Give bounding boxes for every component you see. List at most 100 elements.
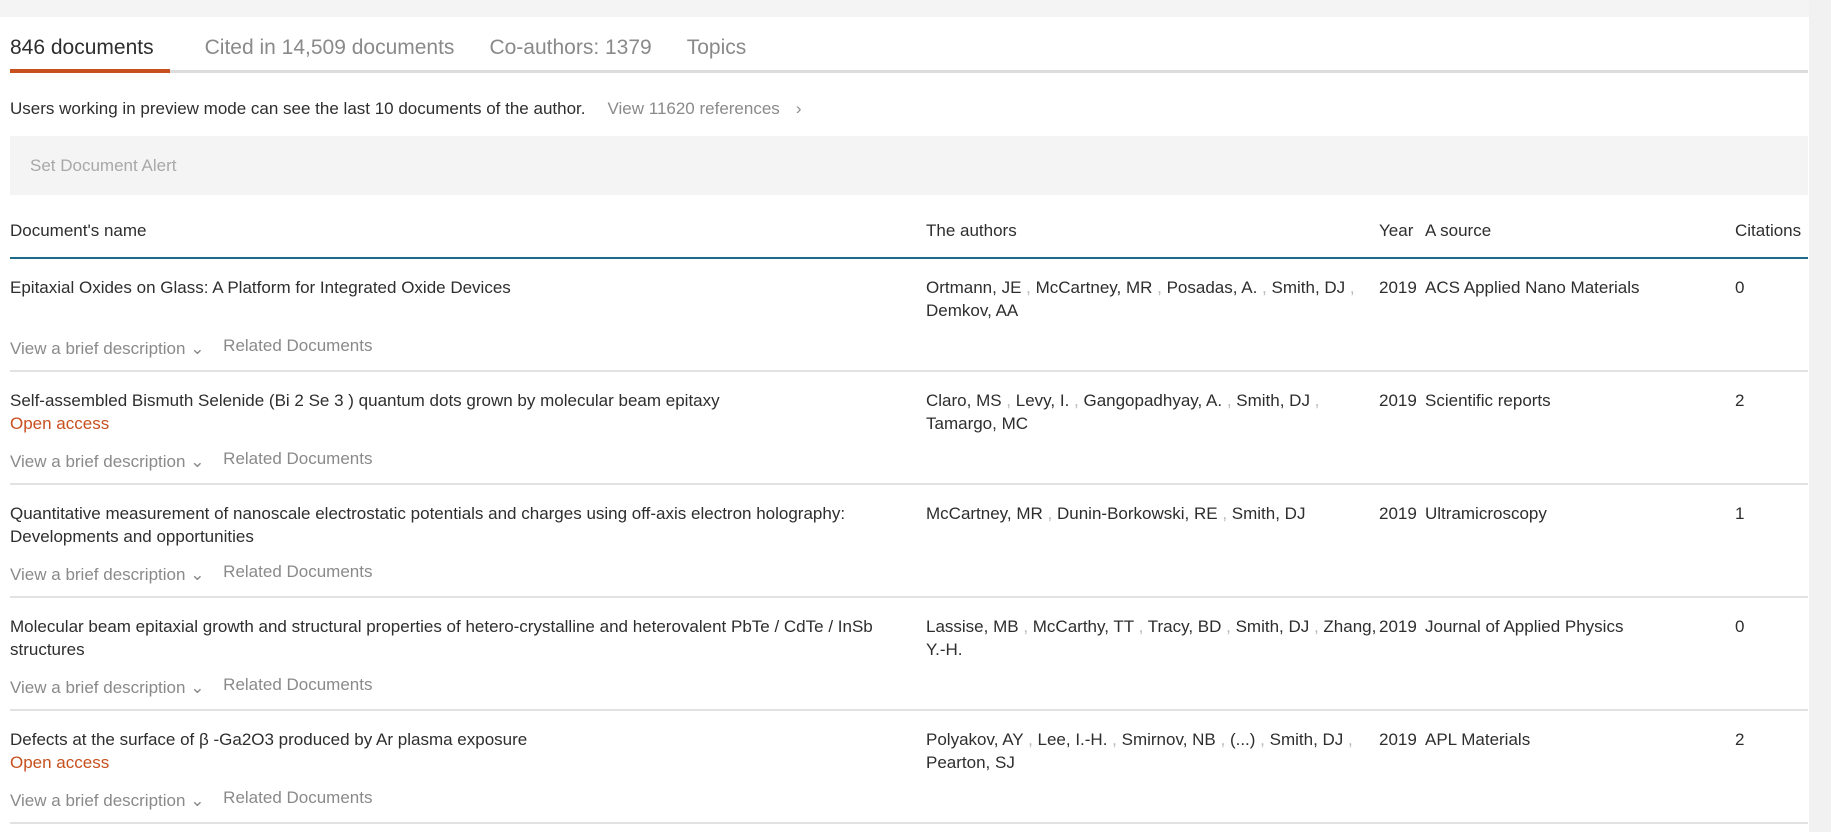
table-header: Document's name The authors Year A sourc… (10, 195, 1808, 259)
author-link[interactable]: Gangopadhyay, A. (1083, 391, 1222, 410)
author-separator: , (1217, 504, 1232, 523)
author-link[interactable]: McCartney, MR (1036, 278, 1153, 297)
author-link[interactable]: Levy, I. (1016, 391, 1070, 410)
author-link[interactable]: Smith, DJ (1270, 730, 1344, 749)
table-row: Molecular beam epitaxial growth and stru… (10, 598, 1808, 711)
author-link[interactable]: McCarthy, TT (1033, 617, 1134, 636)
author-link[interactable]: Demkov, AA (926, 301, 1018, 320)
top-bar (0, 0, 1366, 17)
row-actions: View a brief description ⌄ Related Docum… (10, 788, 372, 812)
author-separator: , (1021, 278, 1036, 297)
author-link[interactable]: (...) (1230, 730, 1256, 749)
document-title-link[interactable]: Quantitative measurement of nanoscale el… (10, 504, 845, 546)
chevron-down-icon[interactable]: ⌄ (190, 452, 204, 471)
source-link[interactable]: Ultramicroscopy (1425, 502, 1725, 525)
author-separator: , (1215, 730, 1230, 749)
column-header-citations[interactable]: Citations (1735, 221, 1801, 241)
chevron-right-icon[interactable]: › (796, 99, 802, 119)
open-access-link[interactable]: Open access (10, 412, 910, 435)
document-title-link[interactable]: Molecular beam epitaxial growth and stru… (10, 617, 873, 659)
documents-table-body: Epitaxial Oxides on Glass: A Platform fo… (10, 259, 1808, 824)
author-link[interactable]: Smith, DJ (1236, 617, 1310, 636)
document-cell: Epitaxial Oxides on Glass: A Platform fo… (10, 276, 910, 299)
document-title-link[interactable]: Defects at the surface of β -Ga2O3 produ… (10, 730, 527, 749)
tabs: 846 documents Cited in 14,509 documents … (10, 28, 1808, 73)
tab-cited-in[interactable]: Cited in 14,509 documents (205, 28, 455, 70)
author-separator: , (1309, 617, 1324, 636)
author-link[interactable]: McCartney, MR (926, 504, 1043, 523)
author-separator: , (1345, 278, 1355, 297)
table-row: Self-assembled Bismuth Selenide (Bi 2 Se… (10, 372, 1808, 485)
year-cell: 2019 (1379, 617, 1417, 636)
author-link[interactable]: Pearton, SJ (926, 753, 1015, 772)
related-documents-link[interactable]: Related Documents (223, 788, 372, 807)
tab-co-authors[interactable]: Co-authors: 1379 (489, 28, 651, 70)
author-link[interactable]: Smith, DJ (1236, 391, 1310, 410)
author-separator: , (1255, 730, 1270, 749)
author-link[interactable]: Lee, I.-H. (1038, 730, 1108, 749)
document-title-link[interactable]: Epitaxial Oxides on Glass: A Platform fo… (10, 278, 511, 297)
open-access-link[interactable]: Open access (10, 751, 910, 774)
author-separator: , (1222, 391, 1237, 410)
year-cell: 2019 (1379, 278, 1417, 297)
authors-cell: Polyakov, AY , Lee, I.-H. , Smirnov, NB … (926, 728, 1381, 774)
document-title-link[interactable]: Self-assembled Bismuth Selenide (Bi 2 Se… (10, 391, 720, 410)
view-description-link[interactable]: View a brief description (10, 452, 185, 471)
view-description-link[interactable]: View a brief description (10, 678, 185, 697)
authors-cell: Claro, MS , Levy, I. , Gangopadhyay, A. … (926, 389, 1381, 435)
author-link[interactable]: Ortmann, JE (926, 278, 1021, 297)
scrollbar[interactable] (1809, 0, 1831, 832)
author-link[interactable]: Smith, DJ (1232, 504, 1306, 523)
related-documents-link[interactable]: Related Documents (223, 675, 372, 694)
tab-documents[interactable]: 846 documents (10, 28, 170, 73)
chevron-down-icon[interactable]: ⌄ (190, 565, 204, 584)
author-link[interactable]: Polyakov, AY (926, 730, 1023, 749)
chevron-down-icon[interactable]: ⌄ (190, 678, 204, 697)
author-link[interactable]: Smith, DJ (1271, 278, 1345, 297)
source-link[interactable]: ACS Applied Nano Materials (1425, 276, 1725, 299)
source-link[interactable]: Scientific reports (1425, 389, 1725, 412)
author-link[interactable]: Dunin-Borkowski, RE (1057, 504, 1218, 523)
author-link[interactable]: Tracy, BD (1148, 617, 1222, 636)
author-link[interactable]: Posadas, A. (1167, 278, 1258, 297)
set-document-alert-button[interactable]: Set Document Alert (10, 136, 1808, 195)
citations-cell: 0 (1735, 617, 1745, 636)
author-separator: , (1001, 391, 1016, 410)
author-link[interactable]: Tamargo, MC (926, 414, 1028, 433)
document-cell: Molecular beam epitaxial growth and stru… (10, 615, 910, 661)
author-link[interactable]: Claro, MS (926, 391, 1002, 410)
author-link[interactable]: Lassise, MB (926, 617, 1019, 636)
related-documents-link[interactable]: Related Documents (223, 336, 372, 355)
year-cell: 2019 (1379, 391, 1417, 410)
related-documents-link[interactable]: Related Documents (223, 449, 372, 468)
author-separator: , (1069, 391, 1084, 410)
view-references-link[interactable]: View 11620 references (607, 99, 779, 119)
chevron-down-icon[interactable]: ⌄ (190, 791, 204, 810)
view-description-link[interactable]: View a brief description (10, 339, 185, 358)
view-description-link[interactable]: View a brief description (10, 791, 185, 810)
citations-cell: 2 (1735, 391, 1745, 410)
tab-topics[interactable]: Topics (687, 28, 747, 70)
table-row: Defects at the surface of β -Ga2O3 produ… (10, 711, 1808, 824)
row-actions: View a brief description ⌄ Related Docum… (10, 449, 372, 473)
author-separator: , (1257, 278, 1272, 297)
author-separator: , (1152, 278, 1167, 297)
column-header-authors[interactable]: The authors (926, 221, 1381, 241)
column-header-name[interactable]: Document's name (10, 221, 910, 241)
top-bar-right (1366, 0, 1811, 17)
author-separator: , (1133, 617, 1148, 636)
authors-cell: McCartney, MR , Dunin-Borkowski, RE , Sm… (926, 502, 1381, 525)
column-header-source[interactable]: A source (1425, 221, 1725, 241)
author-separator: , (1107, 730, 1122, 749)
chevron-down-icon[interactable]: ⌄ (190, 339, 204, 358)
citations-cell: 0 (1735, 278, 1745, 297)
row-actions: View a brief description ⌄ Related Docum… (10, 675, 372, 699)
author-link[interactable]: Smirnov, NB (1122, 730, 1216, 749)
authors-cell: Lassise, MB , McCarthy, TT , Tracy, BD ,… (926, 615, 1381, 661)
column-header-year[interactable]: Year (1379, 221, 1413, 241)
source-link[interactable]: Journal of Applied Physics (1425, 615, 1725, 638)
view-description-link[interactable]: View a brief description (10, 565, 185, 584)
preview-notice-text: Users working in preview mode can see th… (10, 99, 586, 118)
related-documents-link[interactable]: Related Documents (223, 562, 372, 581)
source-link[interactable]: APL Materials (1425, 728, 1725, 751)
